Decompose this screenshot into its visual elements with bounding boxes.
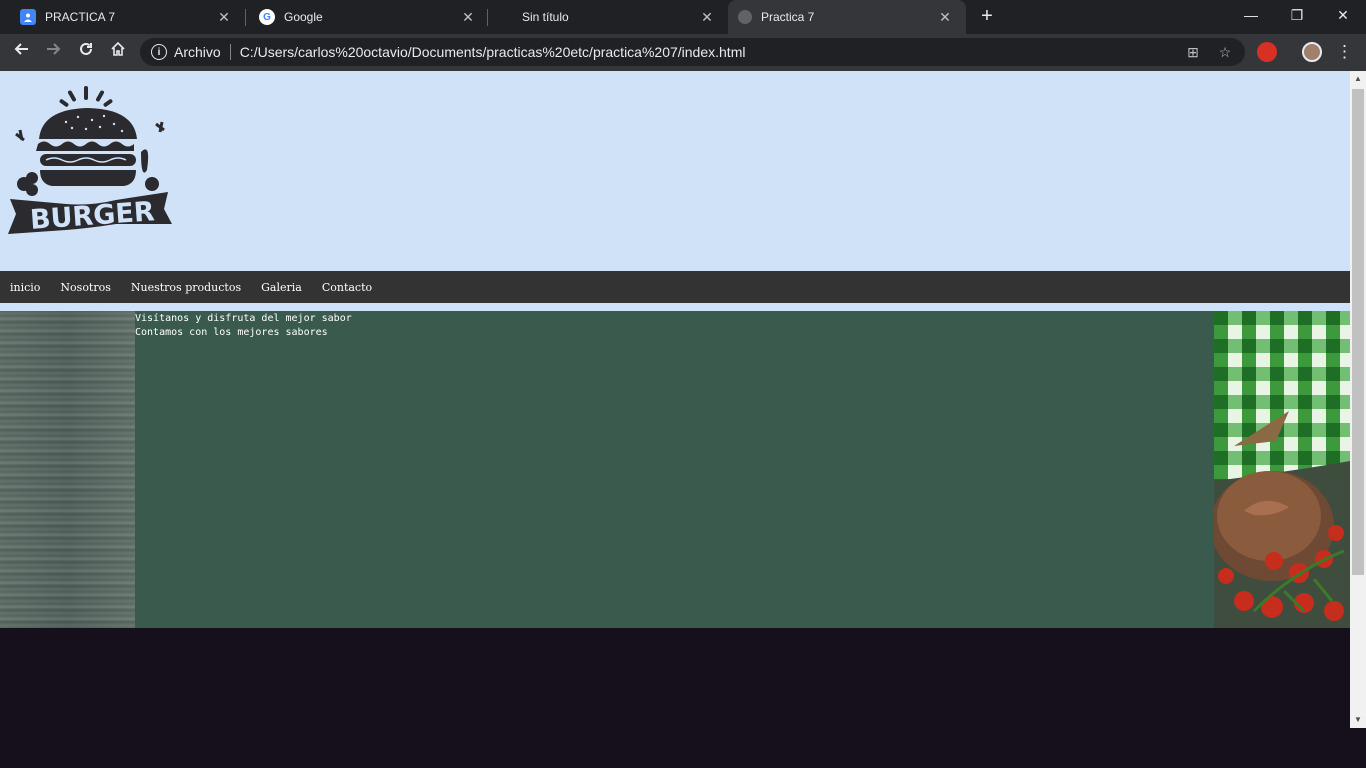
content-line: Visítanos y disfruta del mejor sabor <box>135 313 352 324</box>
url-text[interactable]: C:/Users/carlos%20octavio/Documents/prac… <box>240 44 1181 60</box>
nav-link-galeria[interactable]: Galeria <box>261 281 302 294</box>
tab-practica-7-active[interactable]: Practica 7 ✕ <box>728 0 966 34</box>
bookmark-star-icon[interactable]: ☆ <box>1213 44 1237 61</box>
wood-texture-image <box>0 311 135 628</box>
home-icon <box>111 41 125 56</box>
burger-logo: BURGER <box>8 86 172 236</box>
reload-icon <box>80 42 92 55</box>
address-bar[interactable]: i Archivo C:/Users/carlos%20octavio/Docu… <box>140 38 1245 66</box>
close-tab-icon[interactable]: ✕ <box>215 9 233 26</box>
tab-title: PRACTICA 7 <box>45 10 116 24</box>
tab-practica-7-slides[interactable]: PRACTICA 7 ✕ <box>0 0 245 34</box>
minimize-button[interactable]: — <box>1228 0 1274 30</box>
translate-icon[interactable]: ⊞ <box>1181 44 1205 61</box>
separator-band <box>0 303 1350 311</box>
back-button[interactable] <box>9 40 33 64</box>
close-tab-icon[interactable]: ✕ <box>936 9 954 26</box>
slides-icon <box>20 9 36 25</box>
forward-button[interactable] <box>42 40 66 64</box>
browser-toolbar: i Archivo C:/Users/carlos%20octavio/Docu… <box>0 34 1366 71</box>
site-nav: inicio Nosotros Nuestros productos Galer… <box>0 271 1350 303</box>
content-line: Contamos con los mejores sabores <box>135 327 328 338</box>
close-tab-icon[interactable]: ✕ <box>698 9 716 26</box>
site-header: BURGER <box>0 71 1350 271</box>
extension-icon[interactable] <box>1257 42 1277 62</box>
scroll-down-arrow[interactable]: ▼ <box>1350 712 1366 728</box>
sauce-tomatoes-illustration <box>1214 311 1350 628</box>
close-tab-icon[interactable]: ✕ <box>459 9 477 26</box>
logo-text: BURGER <box>29 196 156 236</box>
nav-link-nuestros-productos[interactable]: Nuestros productos <box>131 281 241 294</box>
nav-link-nosotros[interactable]: Nosotros <box>60 281 110 294</box>
tab-title: Google <box>284 10 323 24</box>
nav-link-inicio[interactable]: inicio <box>10 281 40 294</box>
globe-icon <box>738 10 752 24</box>
content-row: Visítanos y disfruta del mejor sabor Con… <box>0 311 1350 628</box>
tab-separator <box>487 9 488 26</box>
scroll-up-arrow[interactable]: ▲ <box>1350 71 1366 87</box>
file-chip: Archivo <box>174 44 221 60</box>
new-tab-button[interactable]: + <box>976 5 998 27</box>
close-window-button[interactable]: ✕ <box>1320 0 1366 30</box>
tab-title: Practica 7 <box>761 10 815 24</box>
page-viewport: BURGER inicio Nosotros Nuestros producto… <box>0 71 1350 728</box>
divider <box>229 44 231 60</box>
home-button[interactable] <box>106 40 130 64</box>
restore-button[interactable]: ❐ <box>1274 0 1320 30</box>
main-content: Visítanos y disfruta del mejor sabor Con… <box>135 311 1214 628</box>
tab-strip: PRACTICA 7 ✕ G Google ✕ Sin título ✕ Pra… <box>0 0 1366 34</box>
chrome-menu-icon[interactable]: ⋮ <box>1336 42 1353 62</box>
arrow-right-icon <box>47 43 61 55</box>
food-photo-image <box>1214 311 1350 628</box>
nav-link-contacto[interactable]: Contacto <box>322 281 372 294</box>
tab-sin-titulo[interactable]: Sin título ✕ <box>496 0 728 34</box>
arrow-left-icon <box>14 43 28 55</box>
google-icon: G <box>259 9 275 25</box>
tab-title: Sin título <box>522 10 569 24</box>
info-icon[interactable]: i <box>151 44 167 60</box>
reload-button[interactable] <box>74 40 98 64</box>
profile-avatar[interactable] <box>1302 42 1322 62</box>
page-scrollbar[interactable]: ▲ ▼ <box>1350 71 1366 728</box>
scrollbar-thumb[interactable] <box>1352 89 1364 575</box>
tab-google[interactable]: G Google ✕ <box>239 0 489 34</box>
